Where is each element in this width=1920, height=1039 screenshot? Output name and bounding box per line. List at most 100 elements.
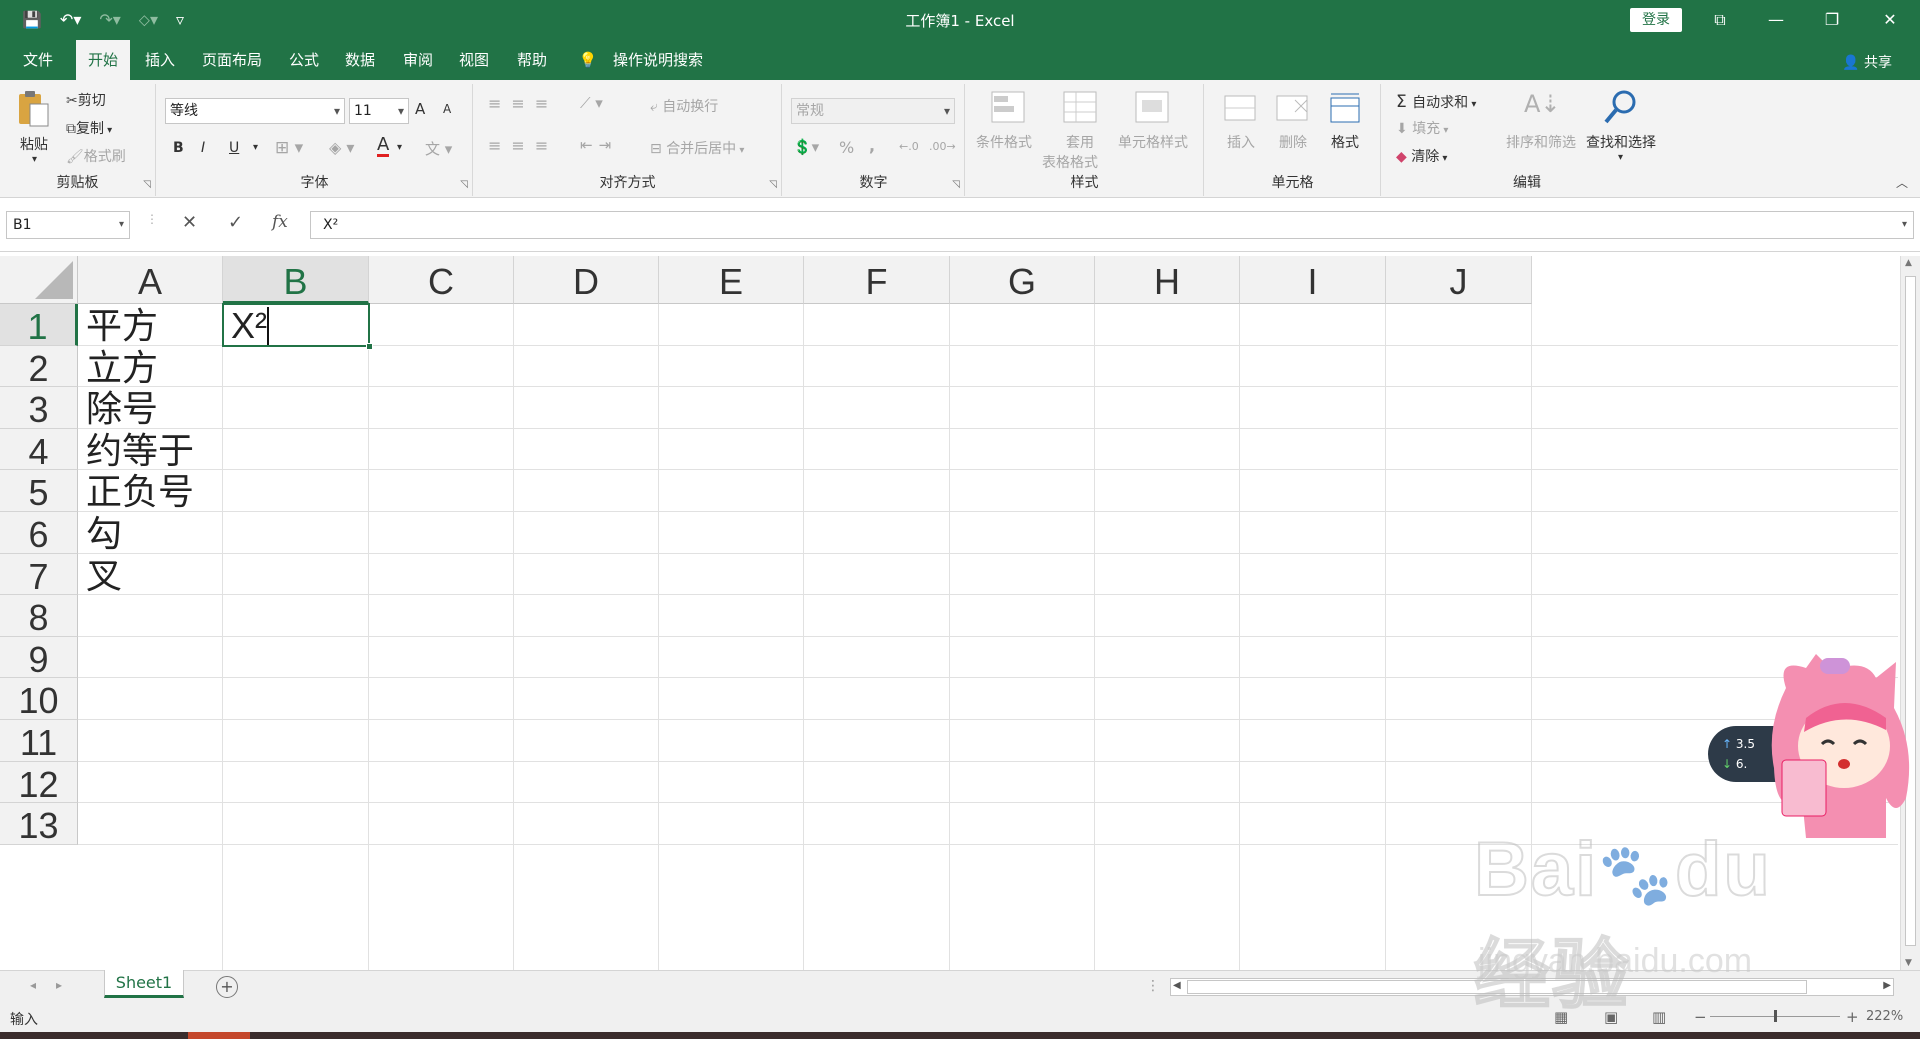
- column-header-g[interactable]: G: [950, 256, 1095, 304]
- indent-icons[interactable]: ⇤⇥: [580, 136, 617, 154]
- column-header-c[interactable]: C: [369, 256, 514, 304]
- column-header-h[interactable]: H: [1095, 256, 1240, 304]
- paste-icon[interactable]: [16, 90, 52, 127]
- conditional-formatting-button[interactable]: 条件格式: [976, 132, 1032, 152]
- font-color-button[interactable]: A: [377, 136, 390, 157]
- column-header-i[interactable]: I: [1240, 256, 1386, 304]
- mascot-character-image[interactable]: [1746, 648, 1920, 848]
- zoom-slider[interactable]: [1710, 1010, 1840, 1022]
- row-header-11[interactable]: 11: [0, 720, 78, 763]
- worksheet-grid[interactable]: ABCDEFGHIJ 1 2 3 4 5 6 7 8 9 10 11 12 13 平方 立方 除号 约等于 正负…: [0, 256, 1900, 970]
- scroll-down-icon[interactable]: ▼: [1905, 958, 1912, 968]
- insert-cells-button[interactable]: 插入: [1227, 132, 1255, 152]
- font-name-combo[interactable]: 等线 ▾: [165, 98, 345, 124]
- wrap-text-button[interactable]: ⤶ 自动换行: [650, 96, 718, 116]
- row-header-6[interactable]: 6: [0, 512, 78, 555]
- shrink-font-button[interactable]: A: [443, 102, 451, 116]
- cell-styles-icon[interactable]: [1134, 90, 1170, 126]
- insert-function-button[interactable]: fx: [272, 212, 288, 232]
- next-sheet-icon[interactable]: ▸: [56, 978, 62, 992]
- login-button[interactable]: 登录: [1630, 8, 1682, 32]
- close-icon[interactable]: ✕: [1870, 6, 1910, 34]
- font-launcher-icon[interactable]: ◹: [460, 179, 468, 190]
- fill-color-icon[interactable]: ◈ ▾: [329, 138, 354, 157]
- row-header-7[interactable]: 7: [0, 553, 78, 597]
- horizontal-scrollbar[interactable]: ◀ ▶: [1170, 978, 1894, 996]
- row-header-1[interactable]: 1: [0, 304, 78, 347]
- collapse-ribbon-icon[interactable]: ︿: [1896, 174, 1908, 191]
- tab-data[interactable]: 数据: [336, 40, 384, 80]
- vertical-scrollbar[interactable]: ▲ ▼: [1900, 256, 1920, 970]
- font-color-dropdown-icon[interactable]: ▾: [397, 142, 402, 153]
- zoom-slider-knob[interactable]: [1774, 1010, 1777, 1022]
- scroll-left-icon[interactable]: ◀: [1173, 980, 1181, 991]
- orientation-icon[interactable]: ⟋ ▾: [580, 94, 603, 112]
- autosum-button[interactable]: Σ 自动求和 ▾: [1396, 92, 1476, 112]
- format-cells-icon[interactable]: [1327, 90, 1363, 126]
- tab-help[interactable]: 帮助: [508, 40, 556, 80]
- tab-split-grip-icon[interactable]: ⋮: [1146, 978, 1160, 994]
- percent-button[interactable]: %: [839, 138, 854, 157]
- find-dropdown-icon[interactable]: ▾: [1618, 152, 1623, 163]
- number-format-combo[interactable]: 常规 ▾: [791, 98, 955, 124]
- italic-button[interactable]: I: [201, 140, 205, 156]
- horizontal-scroll-thumb[interactable]: [1187, 980, 1807, 994]
- share-button[interactable]: 👤 共享: [1842, 52, 1892, 72]
- insert-cells-icon[interactable]: [1223, 90, 1259, 126]
- format-painter-button[interactable]: 🖌 格式刷: [66, 146, 126, 166]
- magnifier-icon[interactable]: [1602, 88, 1638, 124]
- column-header-a[interactable]: A: [78, 256, 223, 304]
- paste-button[interactable]: 粘贴: [20, 134, 48, 154]
- bold-button[interactable]: B: [173, 140, 184, 156]
- confirm-entry-icon[interactable]: ✓: [228, 212, 243, 233]
- row-header-13[interactable]: 13: [0, 803, 78, 846]
- name-box[interactable]: B1 ▾: [6, 211, 130, 239]
- font-size-combo[interactable]: 11 ▾: [349, 98, 409, 124]
- row-header-12[interactable]: 12: [0, 761, 78, 805]
- row-header-2[interactable]: 2: [0, 345, 78, 389]
- select-all-button[interactable]: [0, 256, 78, 304]
- sort-filter-icon[interactable]: A⇣: [1524, 90, 1561, 126]
- column-header-d[interactable]: D: [514, 256, 659, 304]
- comma-button[interactable]: ,: [869, 136, 875, 155]
- paste-dropdown-icon[interactable]: ▾: [32, 154, 37, 165]
- prev-sheet-icon[interactable]: ◂: [30, 978, 36, 992]
- restore-icon[interactable]: ❐: [1812, 6, 1852, 34]
- row-header-3[interactable]: 3: [0, 387, 78, 430]
- format-as-table-line2[interactable]: 表格格式: [1042, 152, 1098, 172]
- clipboard-launcher-icon[interactable]: ◹: [143, 179, 151, 190]
- find-select-button[interactable]: 查找和选择: [1586, 132, 1656, 152]
- cut-button[interactable]: ✂ 剪切: [66, 90, 106, 110]
- zoom-level[interactable]: 222%: [1866, 1009, 1903, 1024]
- row-header-4[interactable]: 4: [0, 428, 78, 472]
- delete-cells-icon[interactable]: [1275, 90, 1311, 126]
- cell-a7[interactable]: 叉: [78, 551, 122, 601]
- format-as-table-line1[interactable]: 套用: [1066, 132, 1094, 152]
- borders-icon[interactable]: ⊞ ▾: [275, 138, 303, 158]
- page-break-view-icon[interactable]: ▥: [1652, 1008, 1666, 1026]
- vertical-align-icons[interactable]: ≡≡≡: [488, 94, 558, 113]
- column-header-j[interactable]: J: [1386, 256, 1532, 304]
- grow-font-button[interactable]: A: [415, 100, 425, 118]
- copy-button[interactable]: ⧉ 复制 ▾: [66, 118, 112, 138]
- tab-view[interactable]: 视图: [450, 40, 498, 80]
- scroll-right-icon[interactable]: ▶: [1883, 980, 1891, 991]
- format-as-table-icon[interactable]: [1062, 90, 1098, 126]
- row-header-10[interactable]: 10: [0, 678, 78, 721]
- fill-button[interactable]: ⬇ 填充 ▾: [1396, 118, 1448, 138]
- tab-home[interactable]: 开始: [76, 40, 130, 80]
- zoom-in-button[interactable]: +: [1846, 1008, 1859, 1026]
- number-launcher-icon[interactable]: ◹: [952, 179, 960, 190]
- row-header-5[interactable]: 5: [0, 470, 78, 513]
- increase-decimal-icon[interactable]: ←.0: [899, 140, 919, 153]
- conditional-formatting-icon[interactable]: [990, 90, 1026, 126]
- formula-input[interactable]: X² ▾: [310, 211, 1914, 239]
- sort-filter-button[interactable]: 排序和筛选: [1506, 132, 1576, 152]
- row-header-9[interactable]: 9: [0, 636, 78, 680]
- delete-cells-button[interactable]: 删除: [1279, 132, 1307, 152]
- column-header-e[interactable]: E: [659, 256, 804, 304]
- ribbon-display-options-icon[interactable]: ⧉: [1700, 6, 1740, 34]
- sheet-tab-sheet1[interactable]: Sheet1: [104, 970, 184, 998]
- horizontal-align-icons[interactable]: ≡≡≡: [488, 136, 558, 155]
- zoom-out-button[interactable]: −: [1694, 1008, 1707, 1026]
